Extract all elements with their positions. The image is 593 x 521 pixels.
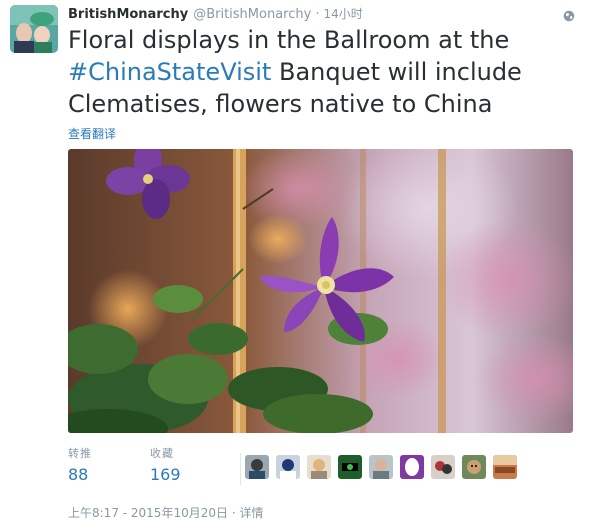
stats-divider — [240, 453, 241, 485]
avatar[interactable] — [10, 5, 58, 53]
likes-label: 收藏 — [150, 447, 174, 460]
hashtag-link[interactable]: #ChinaStateVisit — [68, 58, 271, 86]
details-link[interactable]: 详情 — [239, 506, 263, 520]
liker-avatar[interactable] — [245, 455, 269, 479]
liker-avatar[interactable] — [369, 455, 393, 479]
liker-avatar[interactable] — [338, 455, 362, 479]
likes-count: 169 — [150, 465, 181, 484]
tweet-line-3: Clematises, flowers native to China — [68, 90, 493, 118]
header-separator: · — [315, 7, 320, 22]
display-name[interactable]: BritishMonarchy — [68, 7, 188, 22]
retweets-stat[interactable]: 转推 88 — [68, 447, 92, 486]
liker-avatar[interactable] — [462, 455, 486, 479]
liker-avatar[interactable] — [400, 455, 424, 479]
tweet-photo[interactable] — [68, 149, 573, 433]
liker-avatar[interactable] — [493, 455, 517, 479]
liker-avatar[interactable] — [276, 455, 300, 479]
liker-avatar[interactable] — [431, 455, 455, 479]
retweets-label: 转推 — [68, 447, 92, 460]
tweet-line-2-rest: Banquet will include — [271, 58, 522, 86]
liker-avatars — [245, 455, 524, 479]
footer-separator: · — [231, 506, 236, 520]
globe-icon[interactable] — [563, 7, 575, 22]
avatar-image — [10, 5, 58, 53]
tweet-text: Floral displays in the Ballroom at the #… — [68, 24, 573, 120]
tweet-timestamp[interactable]: 上午8:17 - 2015年10月20日 — [68, 506, 228, 520]
relative-time[interactable]: 14小时 — [323, 5, 362, 22]
tweet-line-2: #ChinaStateVisit Banquet will include — [68, 56, 573, 88]
translate-link[interactable]: 查看翻译 — [68, 125, 116, 142]
retweets-count: 88 — [68, 465, 89, 484]
tweet-stats: 转推 88 收藏 169 — [68, 447, 573, 487]
clematis-photo — [68, 149, 573, 433]
tweet-line-1: Floral displays in the Ballroom at the — [68, 26, 510, 54]
liker-avatar[interactable] — [307, 455, 331, 479]
tweet-footer: 上午8:17 - 2015年10月20日 · 详情 — [68, 504, 264, 521]
likes-stat[interactable]: 收藏 169 — [150, 447, 181, 486]
tweet-header: BritishMonarchy @BritishMonarchy · 14小时 — [68, 5, 363, 23]
handle[interactable]: @BritishMonarchy — [193, 7, 311, 22]
